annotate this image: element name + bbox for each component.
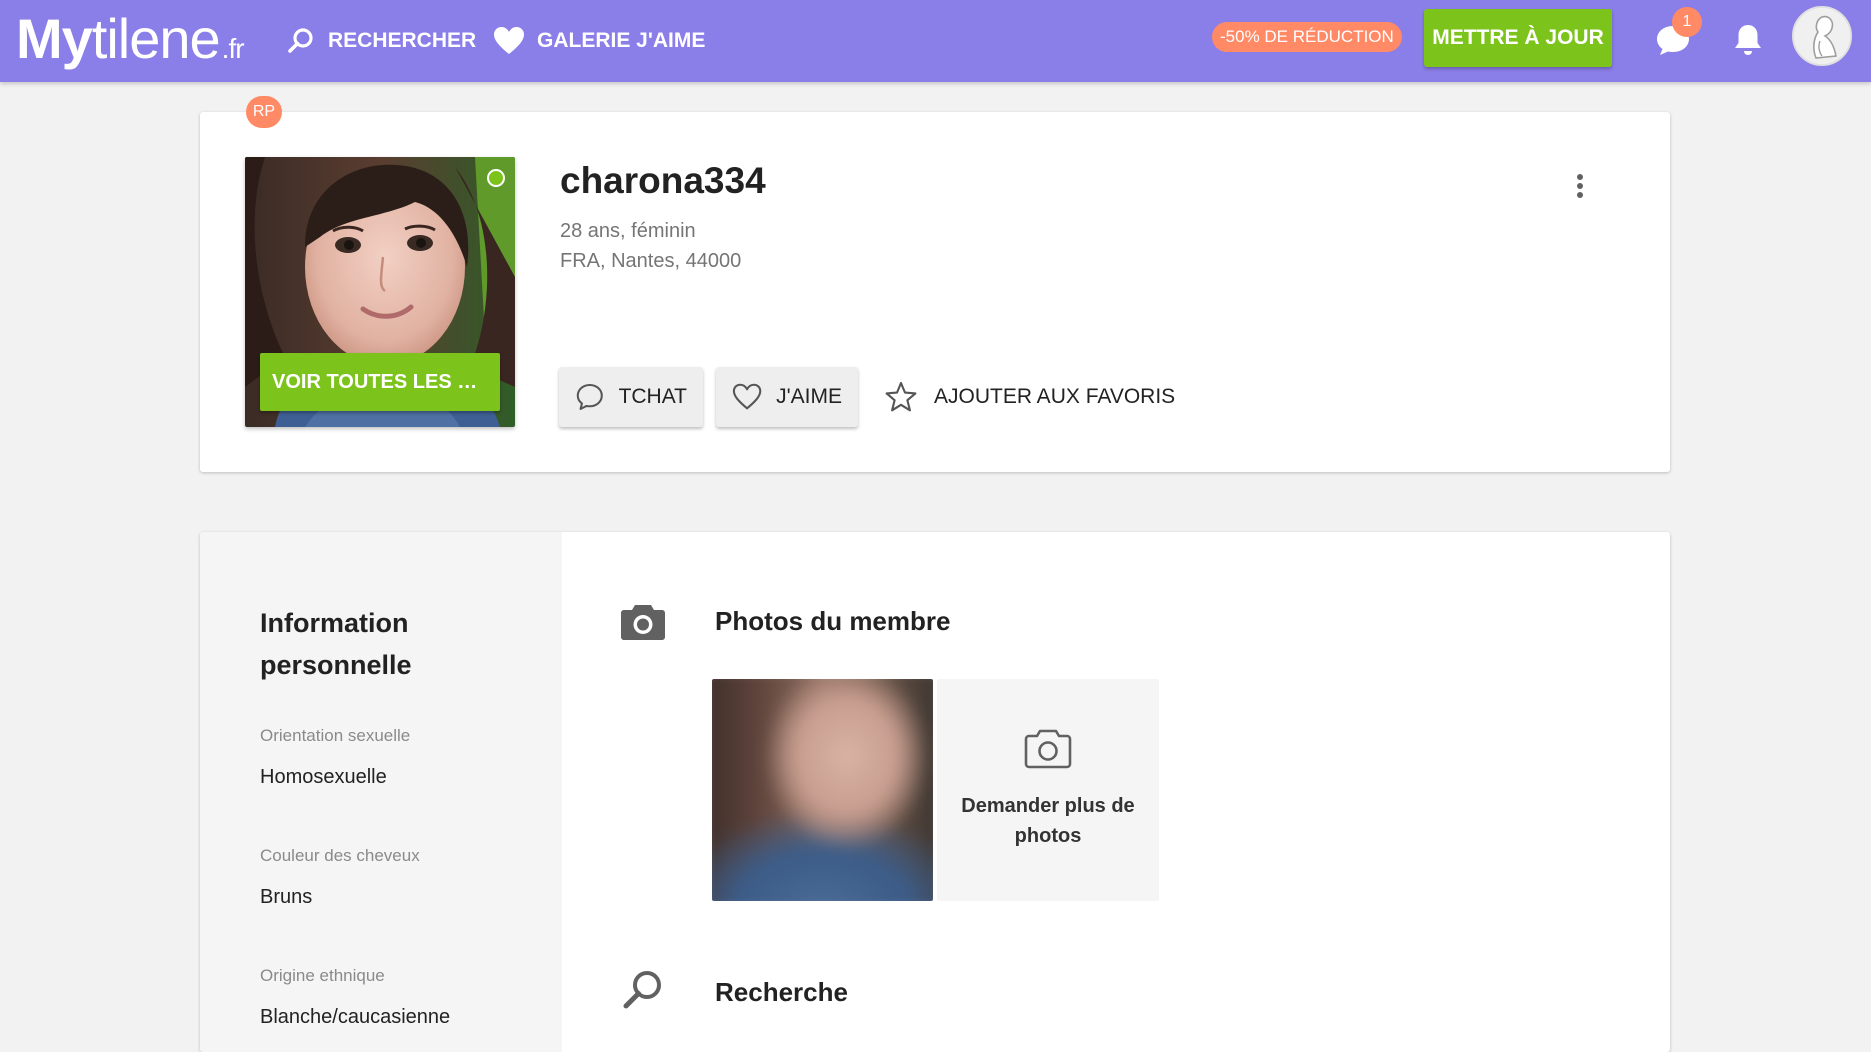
more-options-button[interactable] (1564, 168, 1596, 204)
request-more-photos-button[interactable]: Demander plus de photos (937, 679, 1159, 901)
online-status-dot (487, 169, 505, 187)
profile-photo[interactable]: VOIR TOUTES LES PHOTOS (245, 157, 515, 427)
profile-age-gender: 28 ans, féminin (560, 220, 696, 242)
profile-username: charona334 (560, 160, 766, 201)
avatar-silhouette-icon (1794, 8, 1850, 64)
blurred-photo (712, 679, 933, 901)
notifications-button[interactable] (1726, 18, 1770, 62)
bell-icon (1735, 25, 1761, 55)
personal-info-title: Information personnelle (260, 608, 412, 680)
user-avatar[interactable] (1792, 6, 1852, 66)
top-navigation-bar: My tilene .fr RECHERCHER GALERIE J'AIME -5… (0, 0, 1871, 82)
heart-outline-icon (732, 383, 762, 410)
chat-button-label: TCHAT (618, 385, 687, 408)
personal-info-sidebar: Information personnelle Orientation sexu… (200, 532, 562, 1052)
star-outline-icon (885, 381, 917, 412)
heart-icon (494, 27, 524, 54)
message-count-badge: 1 (1672, 7, 1702, 37)
like-button-label: J'AIME (776, 385, 842, 408)
chat-bubble-outline-icon (576, 383, 603, 411)
info-value-orientation: Homosexuelle (260, 766, 387, 788)
profile-location: FRA, Nantes, 44000 (560, 250, 742, 272)
favorites-label: AJOUTER AUX FAVORIS (934, 385, 1176, 408)
request-more-photos-label: Demander plus de photos (961, 795, 1135, 847)
profile-details-card: Information personnelle Orientation sexu… (200, 532, 1670, 1052)
member-photo-thumbnail[interactable] (712, 679, 933, 901)
like-button[interactable]: J'AIME (716, 367, 858, 427)
logo-part-1: My (16, 7, 93, 70)
nav-likes-gallery-link[interactable]: GALERIE J'AIME (493, 20, 705, 62)
nav-likes-label: GALERIE J'AIME (537, 29, 706, 52)
site-logo[interactable]: My tilene .fr (16, 6, 245, 76)
search-icon (288, 28, 313, 53)
search-section-icon (620, 967, 666, 1013)
nav-search-label: RECHERCHER (328, 29, 477, 52)
info-value-hair-color: Bruns (260, 886, 313, 908)
logo-tld: .fr (221, 33, 245, 64)
see-all-photos-button[interactable]: VOIR TOUTES LES PHOTOS (260, 353, 500, 411)
search-section-title: Recherche (715, 977, 848, 1007)
add-to-favorites-button[interactable]: AJOUTER AUX FAVORIS (884, 367, 1175, 427)
member-photos-title: Photos du membre (715, 606, 951, 636)
nav-search-link[interactable]: RECHERCHER (286, 20, 476, 62)
info-value-ethnicity: Blanche/caucasienne (260, 1006, 451, 1028)
upgrade-button[interactable]: METTRE À JOUR (1424, 9, 1612, 67)
camera-icon (620, 598, 666, 644)
logo-part-2: tilene (91, 7, 221, 70)
discount-badge[interactable]: -50% DE RÉDUCTION (1212, 22, 1402, 52)
more-dot (1577, 174, 1583, 180)
more-dot (1577, 183, 1583, 189)
info-label-ethnicity: Origine ethnique (260, 966, 385, 985)
chat-button[interactable]: TCHAT (559, 367, 703, 427)
info-label-orientation: Orientation sexuelle (260, 726, 411, 745)
info-label-hair-color: Couleur des cheveux (260, 846, 420, 865)
rp-badge: RP (246, 96, 282, 128)
camera-outline-icon (1024, 729, 1072, 769)
more-dot (1577, 192, 1583, 198)
